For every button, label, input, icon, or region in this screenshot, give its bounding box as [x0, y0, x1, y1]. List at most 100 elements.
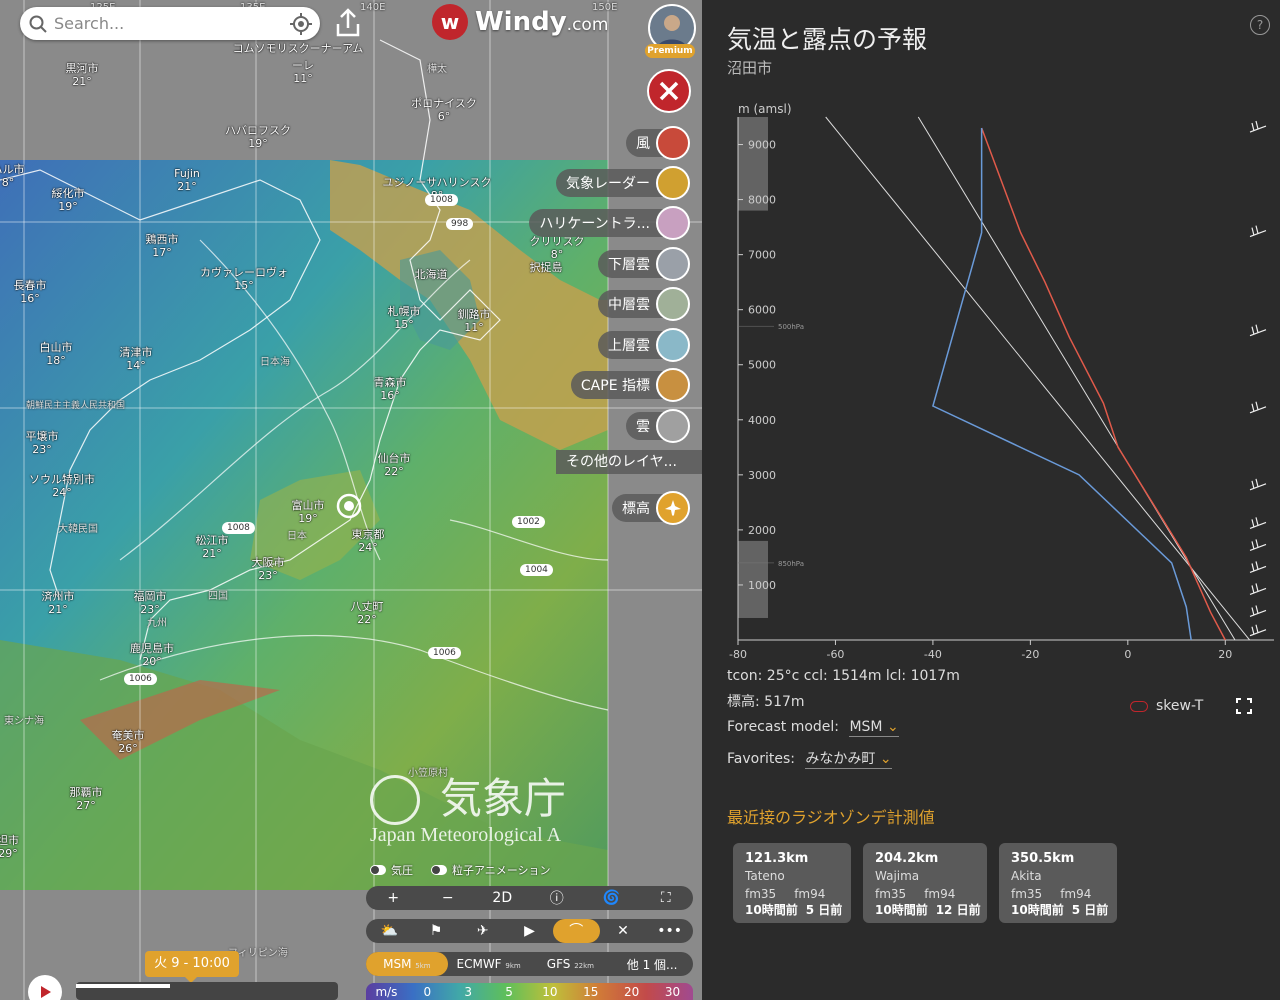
radiosonde-card[interactable]: 121.3km Tateno fm35 fm94 10時間前 5 日前 — [733, 843, 851, 923]
city-label[interactable]: 白山市 18° — [40, 341, 73, 367]
radiosonde-card[interactable]: 350.5km Akita fm35 fm94 10時間前 5 日前 — [999, 843, 1117, 923]
city-label[interactable]: ハバロフスク 19° — [225, 124, 291, 150]
city-label[interactable]: ーレ 11° — [292, 59, 314, 85]
city-label[interactable]: 青森市 16° — [374, 376, 407, 402]
location-marker-icon[interactable] — [335, 492, 363, 520]
model-msm[interactable]: MSM 5km — [366, 952, 448, 976]
more-icon[interactable]: ••• — [646, 923, 693, 939]
layer-item[interactable]: 下層雲 — [598, 247, 690, 281]
pressure-toggle[interactable]: 気圧 — [370, 862, 413, 878]
paraglider-icon[interactable]: ⌒ — [552, 919, 600, 943]
city-label[interactable]: 仙台市 22° — [378, 452, 411, 478]
timeline[interactable] — [76, 982, 338, 1000]
city-label[interactable]: ハル市8° — [0, 163, 25, 189]
search-input[interactable]: Search... — [54, 14, 124, 33]
model-gfs[interactable]: GFS 22km — [530, 957, 612, 971]
city-temp: 8° — [550, 248, 564, 261]
city-label[interactable]: 綏化市 19° — [52, 187, 85, 213]
layer-item[interactable]: 上層雲 — [598, 328, 690, 362]
airport-icon[interactable]: ✈ — [459, 923, 506, 939]
radiosonde-card[interactable]: 204.2km Wajima fm35 fm94 10時間前 12 日前 — [863, 843, 987, 923]
gps-icon[interactable] — [290, 13, 312, 35]
city-label[interactable]: 釧路市 11° — [458, 308, 491, 334]
info-icon[interactable]: ⓘ — [530, 888, 585, 908]
city-temp: 23° — [32, 443, 52, 456]
city-label[interactable]: 那覇市 27° — [70, 786, 103, 812]
city-label[interactable]: Fujin 21° — [174, 167, 200, 193]
zoom-out-button[interactable]: − — [421, 890, 476, 906]
city-label[interactable]: 択捉島 — [530, 261, 563, 274]
sounding-chart[interactable]: -80 -60 -40 -20 0 20 1000 2000 3000 4000 5000 6000 7… — [702, 95, 1280, 665]
favorites-row: Favorites: みなかみ町 ⌄ — [727, 748, 892, 769]
close-button[interactable] — [647, 69, 691, 113]
search-icon — [29, 15, 47, 33]
help-icon[interactable]: ? — [1250, 15, 1270, 35]
layer-item[interactable]: 中層雲 — [598, 287, 690, 321]
fullscreen-icon[interactable]: ⛶ — [639, 890, 694, 906]
layer-item[interactable]: 気象レーダー — [556, 166, 690, 200]
city-name: ユジノーサハリンスク — [382, 176, 492, 189]
camera-icon[interactable]: ▶ — [506, 923, 553, 939]
share-icon[interactable] — [334, 8, 362, 38]
elevation-info: 標高: 517m — [727, 694, 805, 710]
city-label[interactable]: 大阪市 23° — [252, 556, 285, 582]
radiosonde-fm: fm35 — [1011, 887, 1043, 901]
city-label[interactable]: 平壌市 23° — [26, 430, 59, 456]
city-temp: 22° — [357, 613, 377, 626]
region-label: 東シナ海 — [4, 716, 44, 727]
windy-logo[interactable]: w Windy.com — [432, 4, 608, 40]
region-label: 樺太 — [427, 64, 447, 75]
expand-icon[interactable] — [1236, 698, 1252, 714]
wind-barb-icon — [1249, 478, 1267, 491]
radiosonde-fm: fm94 — [924, 887, 956, 901]
weather-icon[interactable]: ⛅ — [366, 923, 413, 939]
layer-item[interactable]: 雲 — [626, 409, 690, 443]
favorites-dropdown[interactable]: みなかみ町 ⌄ — [805, 751, 892, 769]
city-label[interactable]: ソウル特別市 24° — [29, 473, 95, 499]
time-indicator[interactable]: 火 9 - 10:00 — [145, 951, 239, 983]
layer-label: ハリケーントラ... — [529, 209, 676, 237]
city-name: ハル市 — [0, 163, 25, 176]
city-label[interactable]: 済州市 21° — [42, 590, 75, 616]
weather-map[interactable]: 125E 135E 140E 150E コムソモリスクーナーアム黒河市21°ハバ… — [0, 0, 702, 1000]
city-name: 済州市 — [41, 590, 75, 603]
hurricane-icon[interactable]: 🌀 — [584, 890, 639, 906]
layer-item[interactable]: ハリケーントラ... — [529, 206, 690, 240]
city-label[interactable]: 松江市 21° — [196, 534, 229, 560]
city-label[interactable]: 富山市 19° — [292, 499, 325, 525]
search-bar[interactable]: Search... — [20, 7, 320, 40]
particles-toggle[interactable]: 粒子アニメーション — [431, 862, 551, 878]
model-bar: MSM 5km ECMWF 9km GFS 22km 他 1 個... — [366, 952, 693, 976]
forecast-model-dropdown[interactable]: MSM ⌄ — [849, 719, 899, 737]
layer-elevation[interactable]: 標高 — [612, 491, 690, 525]
city-label[interactable]: 長春市 16° — [14, 279, 47, 305]
view-mode-button[interactable]: 2D — [475, 890, 530, 906]
more-layers-button[interactable]: その他のレイヤ... — [556, 450, 702, 474]
city-label[interactable]: コムソモリスクーナーアム — [233, 42, 364, 55]
city-label[interactable]: 奄美市 26° — [112, 729, 145, 755]
layer-item[interactable]: 風 — [626, 126, 690, 160]
flag-icon[interactable]: ⚑ — [413, 923, 460, 939]
layer-item[interactable]: CAPE 指標 — [570, 368, 690, 402]
city-label[interactable]: 八丈町 22° — [351, 600, 384, 626]
city-label[interactable]: 黒河市 21° — [66, 62, 99, 88]
city-label[interactable]: ポロナイスク 6° — [411, 97, 477, 123]
zoom-in-button[interactable]: + — [366, 890, 421, 906]
city-label[interactable]: 鶏西市 17° — [146, 233, 179, 259]
city-label[interactable]: 鹿児島市 20° — [130, 642, 174, 668]
city-label[interactable]: 清津市 14° — [120, 346, 153, 372]
city-temp: 11° — [464, 321, 484, 334]
city-label[interactable]: 北海道 — [415, 268, 448, 281]
skew-t-toggle[interactable]: skew-T — [1130, 698, 1203, 714]
city-temp: 16° — [380, 389, 400, 402]
city-label[interactable]: 坦市 29° — [0, 834, 19, 860]
adiabat-line — [825, 116, 1251, 641]
city-label[interactable]: 東京都 24° — [352, 528, 385, 554]
close-tool-icon[interactable]: ✕ — [600, 923, 647, 939]
panel-location: 沼田市 — [727, 59, 773, 77]
city-label[interactable]: カヴァレーロヴォ 15° — [200, 266, 288, 292]
model-more[interactable]: 他 1 個... — [611, 956, 693, 973]
city-label[interactable]: 札幌市 15° — [388, 305, 421, 331]
city-label[interactable]: 福岡市 23° — [134, 590, 167, 616]
model-ecmwf[interactable]: ECMWF 9km — [448, 957, 530, 971]
